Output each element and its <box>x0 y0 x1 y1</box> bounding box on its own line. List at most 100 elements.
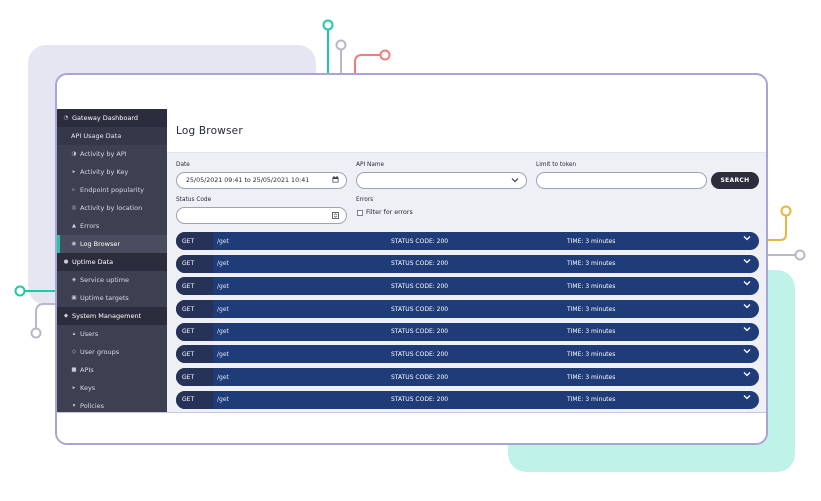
log-list: GET/get STATUS CODE: 200 TIME: 3 minutes GE… <box>176 232 759 412</box>
arrow-icon: ▹ <box>72 187 76 193</box>
chevron-down-icon[interactable] <box>743 257 751 266</box>
sidebar-item-service-uptime[interactable]: ◈ Service uptime <box>57 271 167 289</box>
globe-icon: ◎ <box>71 205 77 211</box>
sidebar-item-label: Activity by API <box>80 150 127 158</box>
log-method: GET <box>176 254 213 273</box>
sidebar-item-label: Errors <box>80 222 100 230</box>
log-browser-content: Date 25/05/2021 09:41 to 25/05/2021 10:4… <box>167 153 766 412</box>
log-method: GET <box>176 300 213 319</box>
policy-icon: ▾ <box>72 403 76 409</box>
sidebar-item-errors[interactable]: ▲ Errors <box>57 217 167 235</box>
chevron-down-icon[interactable] <box>743 302 751 311</box>
log-row[interactable]: GET/get STATUS CODE: 200 TIME: 3 minutes <box>176 277 759 296</box>
log-row[interactable]: GET/get STATUS CODE: 200 TIME: 3 minutes <box>176 390 759 409</box>
connector-node-teal-left <box>14 285 26 297</box>
chevron-down-icon[interactable] <box>743 279 751 288</box>
log-status-code: STATUS CODE: 200 <box>391 396 449 404</box>
status-code-label: Status Code <box>176 197 212 203</box>
status-code-input[interactable] <box>176 207 347 224</box>
sidebar-section-uptime-data[interactable]: ● Uptime Data <box>57 253 167 271</box>
log-row[interactable]: GET/get STATUS CODE: 200 TIME: 3 minutes <box>176 345 759 364</box>
log-row[interactable]: GET/get STATUS CODE: 200 TIME: 3 minutes <box>176 254 759 273</box>
sidebar-item-apis[interactable]: ■ APIs <box>57 361 167 379</box>
sidebar-item-keys[interactable]: ▸ Keys <box>57 379 167 397</box>
connector-node-coral <box>379 49 391 61</box>
pulse-icon: ◈ <box>71 277 77 283</box>
api-name-label: API Name <box>356 162 385 168</box>
log-status-code: STATUS CODE: 200 <box>391 282 449 290</box>
sidebar-item-label: User groups <box>80 348 120 356</box>
log-method: GET <box>176 232 213 250</box>
user-icon: ▴ <box>72 331 76 337</box>
sidebar-item-label: APIs <box>80 366 94 374</box>
browser-window: ◔ Gateway Dashboard API Usage Data ◑ Activit… <box>55 73 768 445</box>
log-time: TIME: 3 minutes <box>567 305 616 313</box>
sidebar-item-label: Activity by Key <box>80 168 129 176</box>
log-method: GET <box>176 322 213 341</box>
log-row[interactable]: GET/get STATUS CODE: 200 TIME: 3 minutes <box>176 232 759 250</box>
log-path: /get <box>217 396 229 404</box>
sidebar-item-uptime-targets[interactable]: ▣ Uptime targets <box>57 289 167 307</box>
page-title: Log Browser <box>176 124 243 137</box>
sidebar-item-label: Endpoint popularity <box>80 186 145 194</box>
api-name-select[interactable] <box>356 172 527 189</box>
sidebar-item-endpoint-popularity[interactable]: ▹ Endpoint popularity <box>57 181 167 199</box>
limit-token-label: Limit to token <box>536 162 577 168</box>
search-button[interactable]: SEARCH <box>711 172 759 189</box>
chevron-down-icon[interactable] <box>743 325 751 334</box>
chevron-down-icon <box>511 177 519 185</box>
chevron-down-icon[interactable] <box>743 234 751 243</box>
sidebar-item-users[interactable]: ▴ Users <box>57 325 167 343</box>
sidebar-item-log-browser[interactable]: ◉ Log Browser <box>57 235 167 253</box>
log-row[interactable]: GET/get STATUS CODE: 200 TIME: 3 minutes <box>176 368 759 387</box>
window-footer <box>57 412 766 443</box>
connector-line-grey-left <box>35 303 55 328</box>
search-icon: ◉ <box>71 241 77 247</box>
sidebar-item-activity-by-key[interactable]: ▸ Activity by Key <box>57 163 167 181</box>
sidebar-section-system-management[interactable]: ◆ System Management <box>57 307 167 325</box>
sidebar-item-activity-by-api[interactable]: ◑ Activity by API <box>57 145 167 163</box>
log-time: TIME: 3 minutes <box>567 396 616 404</box>
log-method: GET <box>176 277 213 296</box>
log-row[interactable]: GET/get STATUS CODE: 200 TIME: 3 minutes <box>176 322 759 341</box>
sidebar-subheading-api-usage-data[interactable]: API Usage Data <box>57 127 167 145</box>
wrench-icon: ◆ <box>63 313 69 319</box>
sidebar-item-activity-by-location[interactable]: ◎ Activity by location <box>57 199 167 217</box>
chevron-down-icon[interactable] <box>743 347 751 356</box>
stepper-icon[interactable] <box>332 212 339 221</box>
calendar-icon[interactable] <box>332 176 339 185</box>
key-icon: ▸ <box>72 169 76 175</box>
log-status-code: STATUS CODE: 200 <box>391 237 449 245</box>
limit-token-input[interactable] <box>536 172 707 189</box>
sidebar-item-label: Policies <box>80 402 105 410</box>
log-time: TIME: 3 minutes <box>567 373 616 381</box>
gauge-icon: ◔ <box>63 115 69 121</box>
connector-node-yellow <box>780 205 792 217</box>
log-path: /get <box>217 305 229 313</box>
date-range-input[interactable]: 25/05/2021 09:41 to 25/05/2021 10:41 <box>176 172 347 189</box>
log-path: /get <box>217 373 229 381</box>
target-icon: ▣ <box>71 295 77 301</box>
main-panel: Log Browser Date 25/05/2021 09:41 to 25/… <box>167 109 766 412</box>
sidebar-section-label: Gateway Dashboard <box>72 114 139 122</box>
log-time: TIME: 3 minutes <box>567 282 616 290</box>
sidebar-item-label: Service uptime <box>80 276 130 284</box>
log-path: /get <box>217 282 229 290</box>
log-status-code: STATUS CODE: 200 <box>391 350 449 358</box>
chevron-down-icon[interactable] <box>743 370 751 379</box>
date-range-value: 25/05/2021 09:41 to 25/05/2021 10:41 <box>186 177 310 184</box>
connector-line-coral <box>354 54 380 73</box>
chevron-down-icon[interactable] <box>743 393 751 402</box>
connector-node-grey-top <box>335 39 347 51</box>
log-row[interactable]: GET/get STATUS CODE: 200 TIME: 3 minutes <box>176 300 759 319</box>
sidebar-item-label: Uptime targets <box>80 294 129 302</box>
filter-errors-checkbox[interactable] <box>357 210 363 216</box>
key-icon: ▸ <box>72 385 76 391</box>
log-method: GET <box>176 345 213 364</box>
users-icon: ◇ <box>71 349 77 355</box>
illustration-stage: ◔ Gateway Dashboard API Usage Data ◑ Activit… <box>0 0 821 501</box>
sidebar-item-label: Users <box>80 330 99 338</box>
sidebar-item-policies[interactable]: ▾ Policies <box>57 397 167 412</box>
sidebar-section-gateway-dashboard[interactable]: ◔ Gateway Dashboard <box>57 109 167 127</box>
sidebar-item-user-groups[interactable]: ◇ User groups <box>57 343 167 361</box>
